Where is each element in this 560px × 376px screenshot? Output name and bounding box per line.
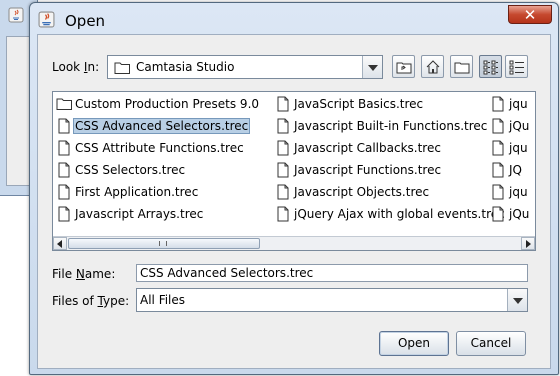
file-item-label: CSS Advanced Selectors.trec: [73, 118, 251, 134]
details-view-icon: [509, 60, 524, 75]
up-folder-icon: [396, 62, 412, 74]
file-icon: [492, 162, 504, 178]
files-of-type-combo[interactable]: All Files: [136, 288, 528, 312]
details-view-button[interactable]: [505, 55, 528, 78]
file-icon: [58, 184, 70, 200]
file-icon: [58, 206, 70, 222]
list-view-icon: [483, 60, 498, 75]
folder-icon: [56, 98, 72, 110]
file-item-label: jqu: [509, 97, 528, 111]
java-icon: [38, 11, 55, 28]
up-one-level-button[interactable]: [392, 55, 415, 78]
list-view-button[interactable]: [479, 55, 502, 78]
file-list[interactable]: Custom Production Presets 9.0 CSS Advance…: [52, 91, 536, 251]
scrollbar-thumb[interactable]: [68, 238, 260, 249]
file-item-label: jQuery Ajax with global events.trec: [294, 207, 505, 221]
look-in-value: Camtasia Studio: [136, 60, 235, 74]
file-item-label: Javascript Objects.trec: [294, 185, 430, 199]
title-bar[interactable]: Open ✕: [30, 3, 558, 35]
new-folder-button[interactable]: [450, 55, 473, 78]
file-icon: [277, 96, 289, 112]
files-of-type-label: Files of Type:: [52, 294, 130, 308]
file-icon: [277, 206, 289, 222]
file-item-label: First Application.trec: [75, 185, 199, 199]
file-item-label: jQu: [509, 119, 530, 133]
close-button[interactable]: ✕: [508, 5, 552, 24]
file-item-label: JavaScript Basics.trec: [294, 97, 424, 111]
file-icon: [492, 184, 504, 200]
file-item-label: Javascript Arrays.trec: [75, 207, 204, 221]
file-icon: [277, 118, 289, 134]
folder-icon: [114, 62, 130, 74]
file-item-label: Custom Production Presets 9.0: [75, 97, 260, 111]
file-icon: [492, 118, 504, 134]
file-item-label: Javascript Callbacks.trec: [294, 141, 441, 155]
file-item-label: Javascript Functions.trec: [294, 163, 442, 177]
file-icon: [58, 162, 70, 178]
new-folder-icon: [454, 62, 470, 74]
look-in-dropdown-button[interactable]: [362, 56, 382, 78]
scroll-left-button[interactable]: [53, 237, 67, 250]
file-icon: [58, 118, 70, 134]
scroll-right-button[interactable]: [521, 237, 535, 250]
file-icon: [277, 140, 289, 156]
home-button[interactable]: [421, 55, 444, 78]
file-icon: [277, 184, 289, 200]
file-icon: [492, 140, 504, 156]
file-icon: [58, 140, 70, 156]
file-item-label: jQu: [509, 207, 530, 221]
files-of-type-dropdown-button[interactable]: [507, 289, 527, 311]
file-name-input[interactable]: CSS Advanced Selectors.trec: [136, 264, 528, 282]
file-name-label: File Name:: [52, 267, 116, 281]
file-item-label: CSS Attribute Functions.trec: [75, 141, 244, 155]
file-item-label: JQ: [509, 163, 522, 177]
horizontal-scrollbar[interactable]: [53, 236, 535, 250]
java-icon: [8, 7, 24, 23]
file-item-label: Javascript Built-in Functions.trec: [294, 119, 488, 133]
cancel-button[interactable]: Cancel: [456, 331, 526, 356]
look-in-combo[interactable]: Camtasia Studio: [107, 55, 383, 79]
file-icon: [492, 96, 504, 112]
open-dialog: Open ✕ Look In: Camtasia Studio Custom P…: [29, 2, 559, 375]
open-button[interactable]: Open: [379, 331, 449, 356]
dialog-title: Open: [65, 12, 106, 30]
file-icon: [492, 206, 504, 222]
files-of-type-value: All Files: [140, 293, 186, 307]
file-item-label: CSS Selectors.trec: [75, 163, 186, 177]
dialog-body: Look In: Camtasia Studio Custom Producti…: [37, 34, 551, 369]
file-item-label: jqu: [509, 185, 528, 199]
file-item-label: jqu: [509, 141, 528, 155]
home-icon: [426, 60, 440, 74]
look-in-label: Look In:: [52, 60, 100, 74]
close-icon: ✕: [523, 6, 537, 24]
file-icon: [277, 162, 289, 178]
